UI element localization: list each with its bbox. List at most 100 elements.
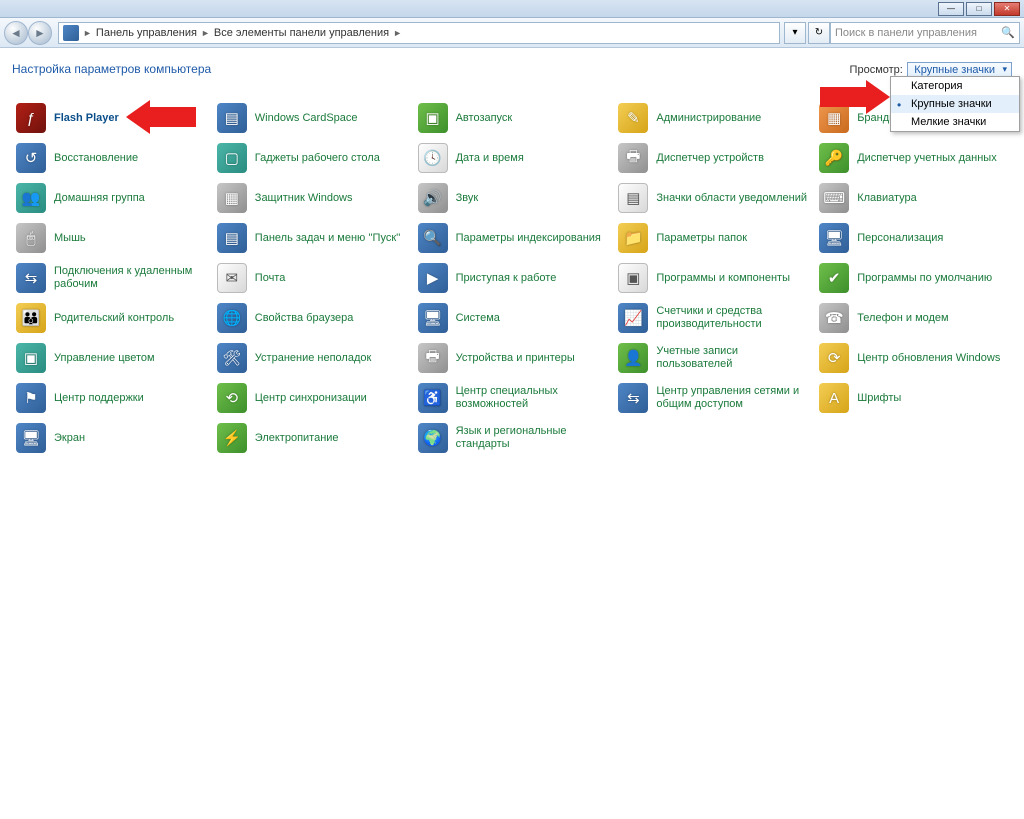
control-panel-item[interactable]: 🕓Дата и время bbox=[414, 138, 611, 178]
control-panel-item[interactable]: 👥Домашняя группа bbox=[12, 178, 209, 218]
control-panel-item[interactable]: 🔑Диспетчер учетных данных bbox=[815, 138, 1012, 178]
item-icon: 🌐 bbox=[217, 303, 247, 333]
item-label: Свойства браузера bbox=[255, 312, 354, 325]
item-icon: ▣ bbox=[16, 343, 46, 373]
control-panel-item[interactable]: ⇆Подключения к удаленным рабочим bbox=[12, 258, 209, 298]
control-panel-item[interactable]: ↺Восстановление bbox=[12, 138, 209, 178]
breadcrumb-separator: ► bbox=[393, 28, 402, 38]
annotation-arrow-left bbox=[126, 100, 196, 134]
item-label: Значки области уведомлений bbox=[656, 192, 807, 205]
item-label: Windows CardSpace bbox=[255, 112, 358, 125]
control-panel-item[interactable]: ⚑Центр поддержки bbox=[12, 378, 209, 418]
control-panel-item[interactable]: 🛠Устранение неполадок bbox=[213, 338, 410, 378]
control-panel-item[interactable]: ☎ Телефон и модем bbox=[815, 298, 1012, 338]
item-label: Центр синхронизации bbox=[255, 392, 367, 405]
item-label: Центр специальных возможностей bbox=[456, 385, 607, 410]
item-icon: A bbox=[819, 383, 849, 413]
breadcrumb-separator: ► bbox=[83, 28, 92, 38]
control-panel-item[interactable]: ▣Программы и компоненты bbox=[614, 258, 811, 298]
item-label: Персонализация bbox=[857, 232, 943, 245]
control-panel-item[interactable]: 📈Счетчики и средства производительности bbox=[614, 298, 811, 338]
item-label: Учетные записи пользователей bbox=[656, 345, 807, 370]
search-input[interactable]: Поиск в панели управления 🔍 bbox=[830, 22, 1020, 44]
breadcrumb-control-panel[interactable]: Панель управления bbox=[96, 27, 197, 39]
item-label: Диспетчер устройств bbox=[656, 152, 764, 165]
control-panel-icon bbox=[63, 25, 79, 41]
control-panel-item[interactable]: 🌍Язык и региональные стандарты bbox=[414, 418, 611, 458]
control-panel-item[interactable]: ⚡ Электропитание bbox=[213, 418, 410, 458]
item-icon: 👪 bbox=[16, 303, 46, 333]
control-panel-item[interactable]: 🌐 Свойства браузера bbox=[213, 298, 410, 338]
control-panel-item[interactable]: ✔Программы по умолчанию bbox=[815, 258, 1012, 298]
item-label: Звук bbox=[456, 192, 479, 205]
control-panel-item[interactable]: 🔊 Звук bbox=[414, 178, 611, 218]
control-panel-item[interactable]: 📁Параметры папок bbox=[614, 218, 811, 258]
navigation-bar: ◄ ► ► Панель управления ► Все элементы п… bbox=[0, 18, 1024, 48]
control-panel-item[interactable]: ▢Гаджеты рабочего стола bbox=[213, 138, 410, 178]
control-panel-item[interactable]: ♿ Центр специальных возможностей bbox=[414, 378, 611, 418]
item-icon: 🛠 bbox=[217, 343, 247, 373]
address-bar[interactable]: ► Панель управления ► Все элементы панел… bbox=[58, 22, 780, 44]
item-label: Дата и время bbox=[456, 152, 524, 165]
control-panel-item[interactable]: ▤ Windows CardSpace bbox=[213, 98, 410, 138]
item-icon: 🔊 bbox=[418, 183, 448, 213]
control-panel-item[interactable]: 🖶Устройства и принтеры bbox=[414, 338, 611, 378]
control-panel-item[interactable]: ⟲ Центр синхронизации bbox=[213, 378, 410, 418]
item-label: Телефон и модем bbox=[857, 312, 948, 325]
control-panel-item[interactable]: 🖥 Система bbox=[414, 298, 611, 338]
item-icon: ▤ bbox=[217, 223, 247, 253]
view-option-category[interactable]: Категория bbox=[891, 77, 1019, 95]
control-panel-item[interactable]: ▣ Управление цветом bbox=[12, 338, 209, 378]
control-panel-item[interactable]: 👪Родительский контроль bbox=[12, 298, 209, 338]
item-icon: ✉ bbox=[217, 263, 247, 293]
control-panel-item[interactable]: ⟳Центр обновления Windows bbox=[815, 338, 1012, 378]
control-panel-item[interactable]: 🖶 Диспетчер устройств bbox=[614, 138, 811, 178]
item-label: Управление цветом bbox=[54, 352, 155, 365]
item-icon: ▶ bbox=[418, 263, 448, 293]
forward-button[interactable]: ► bbox=[28, 21, 52, 45]
view-option-large-icons[interactable]: Крупные значки bbox=[891, 95, 1019, 113]
minimize-button[interactable]: — bbox=[938, 2, 964, 16]
control-panel-item[interactable]: AШрифты bbox=[815, 378, 1012, 418]
view-option-small-icons[interactable]: Мелкие значки bbox=[891, 113, 1019, 131]
control-panel-item[interactable]: 🖥 Персонализация bbox=[815, 218, 1012, 258]
item-label: Клавиатура bbox=[857, 192, 917, 205]
item-icon: 🌍 bbox=[418, 423, 448, 453]
control-panel-item[interactable]: ▤Панель задач и меню ''Пуск'' bbox=[213, 218, 410, 258]
item-icon: 🖥 bbox=[418, 303, 448, 333]
back-button[interactable]: ◄ bbox=[4, 21, 28, 45]
control-panel-item[interactable]: 🖱Мышь bbox=[12, 218, 209, 258]
item-label: Программы по умолчанию bbox=[857, 272, 992, 285]
address-dropdown-button[interactable]: ▾ bbox=[784, 22, 806, 44]
control-panel-item[interactable]: ▦Защитник Windows bbox=[213, 178, 410, 218]
control-panel-item[interactable]: ▤Значки области уведомлений bbox=[614, 178, 811, 218]
control-panel-item[interactable]: ▣Автозапуск bbox=[414, 98, 611, 138]
control-panel-item[interactable]: ⇆Центр управления сетями и общим доступо… bbox=[614, 378, 811, 418]
item-icon: ▤ bbox=[217, 103, 247, 133]
item-icon: 🖶 bbox=[618, 143, 648, 173]
item-label: Устройства и принтеры bbox=[456, 352, 575, 365]
close-button[interactable]: ✕ bbox=[994, 2, 1020, 16]
control-panel-item[interactable]: ⌨Клавиатура bbox=[815, 178, 1012, 218]
control-panel-item[interactable]: 👤Учетные записи пользователей bbox=[614, 338, 811, 378]
item-label: Система bbox=[456, 312, 500, 325]
item-icon: ♿ bbox=[418, 383, 448, 413]
item-icon: ⟳ bbox=[819, 343, 849, 373]
view-label: Просмотр: bbox=[850, 64, 903, 76]
item-label: Центр управления сетями и общим доступом bbox=[656, 385, 807, 410]
breadcrumb-all-items[interactable]: Все элементы панели управления bbox=[214, 27, 389, 39]
control-panel-item[interactable]: ▶Приступая к работе bbox=[414, 258, 611, 298]
item-icon: ⚡ bbox=[217, 423, 247, 453]
maximize-button[interactable]: □ bbox=[966, 2, 992, 16]
control-panel-item[interactable]: ✎Администрирование bbox=[614, 98, 811, 138]
control-panel-item[interactable]: ✉Почта bbox=[213, 258, 410, 298]
refresh-button[interactable]: ↻ bbox=[808, 22, 830, 44]
item-label: Электропитание bbox=[255, 432, 339, 445]
control-panel-item[interactable]: 🔍Параметры индексирования bbox=[414, 218, 611, 258]
item-icon: 🖥 bbox=[819, 223, 849, 253]
search-icon: 🔍 bbox=[1001, 26, 1015, 39]
item-icon: ⟲ bbox=[217, 383, 247, 413]
item-icon: ▣ bbox=[418, 103, 448, 133]
control-panel-item[interactable]: 🖥Экран bbox=[12, 418, 209, 458]
item-icon: ☎ bbox=[819, 303, 849, 333]
